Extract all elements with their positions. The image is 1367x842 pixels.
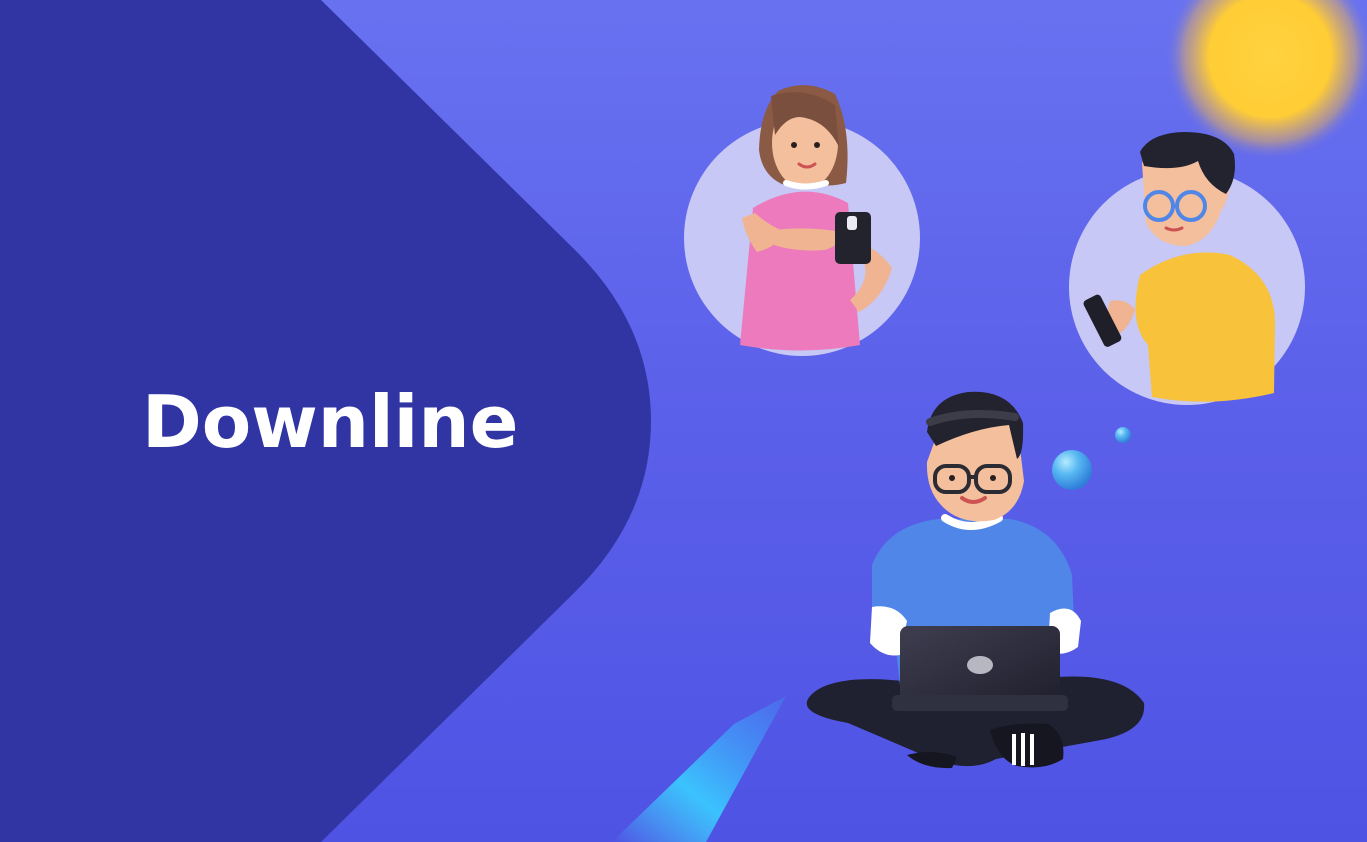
man-with-laptop: [806, 391, 1145, 769]
man-with-phone-avatar: [1069, 132, 1305, 405]
small-bubble: [1115, 427, 1131, 443]
downline-banner: Downline: [0, 0, 1367, 842]
woman-avatar: [684, 85, 920, 356]
large-bubble: [1052, 450, 1092, 490]
page-title: Downline: [142, 380, 519, 464]
light-beam: [612, 696, 786, 842]
